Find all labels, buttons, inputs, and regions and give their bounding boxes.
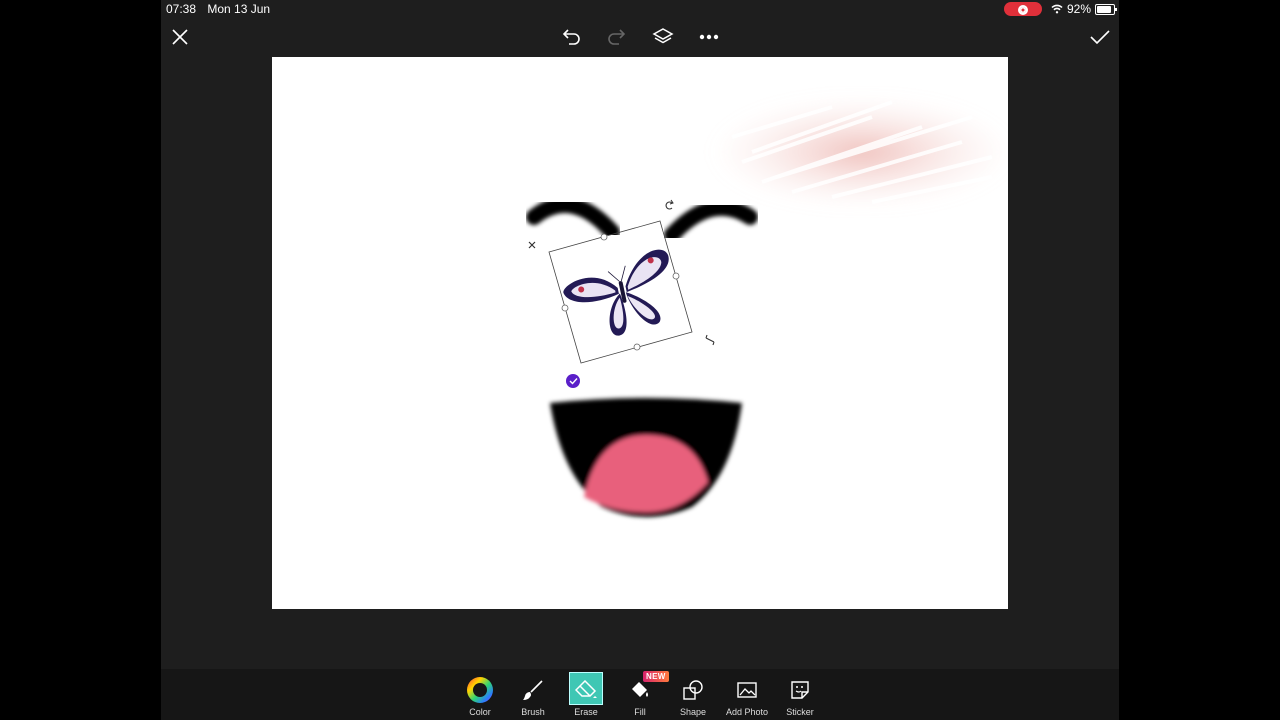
tool-label: Sticker (786, 707, 814, 717)
blush-scribble (712, 97, 1008, 207)
tool-color[interactable]: Color (453, 675, 507, 717)
tool-label: Add Photo (725, 707, 769, 717)
resize-handle-right[interactable] (672, 272, 680, 280)
add-photo-icon (737, 682, 757, 698)
fill-bucket-icon (632, 682, 648, 697)
eraser-icon (575, 679, 597, 698)
layers-icon (652, 28, 674, 44)
undo-button[interactable] (558, 24, 584, 50)
tool-label: Fill (634, 707, 646, 717)
color-wheel-icon (467, 677, 493, 703)
new-badge: NEW (643, 671, 669, 682)
tool-erase[interactable]: Erase (559, 672, 613, 717)
tool-label: Brush (521, 707, 545, 717)
redo-icon (608, 29, 626, 45)
app-screen: 07:38 Mon 13 Jun 92% Color Brush Erase N… (161, 0, 1119, 720)
tool-shape[interactable]: Shape (666, 675, 720, 717)
tool-label: Shape (679, 707, 707, 717)
sticker-delete-button[interactable] (525, 238, 539, 252)
mouth (550, 398, 742, 517)
resize-handle-bottom[interactable] (633, 343, 641, 351)
close-button[interactable] (167, 24, 193, 50)
close-icon (172, 29, 188, 45)
resize-handle-top[interactable] (600, 233, 608, 241)
tools-bar: Color Brush Erase NEW Fill Shape Add Pho… (161, 669, 1119, 720)
drawing-canvas[interactable] (272, 57, 1008, 609)
tool-fill[interactable]: NEW Fill (613, 671, 669, 717)
sticker-apply-button[interactable] (566, 374, 580, 388)
sticker-icon (791, 681, 809, 699)
right-eyebrow (664, 199, 758, 243)
undo-icon (562, 29, 580, 45)
layers-button[interactable] (650, 24, 676, 50)
sticker-rotate-button[interactable] (662, 198, 676, 212)
tool-label: Erase (574, 707, 598, 717)
more-options-button[interactable] (696, 24, 722, 50)
check-icon (1090, 30, 1110, 45)
status-bar: 07:38 Mon 13 Jun 92% (161, 0, 1119, 18)
battery-percent: 92% (1067, 2, 1092, 16)
status-time: 07:38 (166, 2, 197, 16)
wifi-icon (1051, 4, 1063, 14)
brush-icon (523, 680, 543, 700)
butterfly-icon (563, 249, 669, 336)
tool-label: Color (469, 707, 491, 717)
tool-sticker[interactable]: Sticker (773, 675, 827, 717)
confirm-button[interactable] (1087, 24, 1113, 50)
redo-button[interactable] (604, 24, 630, 50)
status-date: Mon 13 Jun (207, 2, 271, 16)
tool-brush[interactable]: Brush (506, 675, 560, 717)
screen-recording-icon (1004, 2, 1042, 16)
shape-icon (683, 680, 703, 700)
battery-icon (1095, 3, 1118, 15)
sticker-scale-button[interactable] (703, 333, 717, 347)
more-icon (699, 34, 719, 40)
left-eyebrow (526, 197, 620, 240)
canvas-artwork (525, 97, 1008, 517)
resize-handle-left[interactable] (561, 304, 569, 312)
tool-add-photo[interactable]: Add Photo (720, 675, 774, 717)
